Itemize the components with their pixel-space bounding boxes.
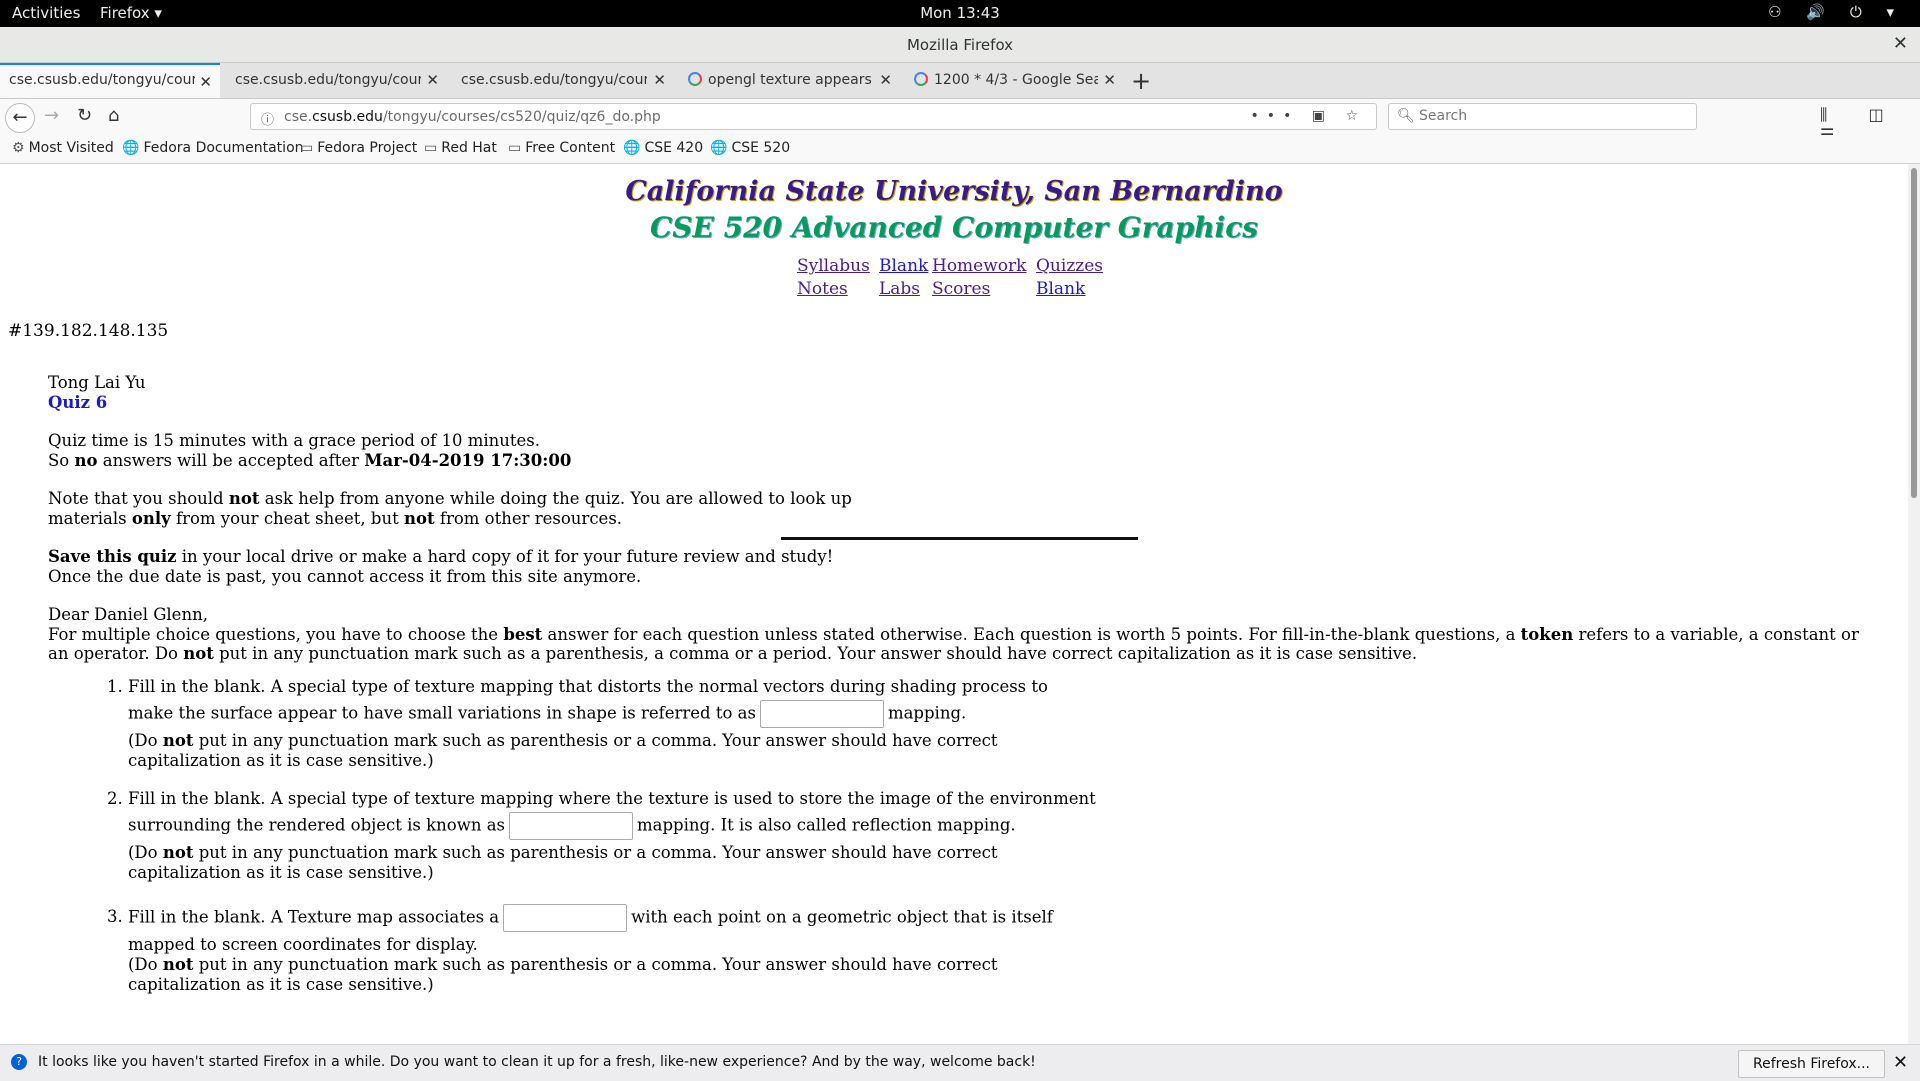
quiz-body: Tong Lai Yu Quiz 6 Quiz time is 15 minut…: [48, 373, 1868, 1013]
page-scrollbar[interactable]: [1908, 164, 1920, 1044]
search-box[interactable]: 🔍︎: [1388, 103, 1697, 130]
greeting: Dear Daniel Glenn,: [48, 605, 208, 624]
link-blank[interactable]: Blank: [879, 256, 928, 276]
folder-icon: ▭: [424, 140, 438, 156]
tab-label: 1200 * 4/3 - Google Sear: [934, 72, 1098, 88]
notification-bar: ? It looks like you haven't started Fire…: [0, 1044, 1920, 1081]
url-bar[interactable]: ⓘ cse.csusb.edu/tongyu/courses/cs520/qui…: [250, 103, 1377, 130]
tab-5[interactable]: 1200 * 4/3 - Google Sear ✕: [905, 63, 1124, 98]
tab-close-icon[interactable]: ✕: [199, 73, 212, 91]
bookmark-fedora-project[interactable]: ▭ Fedora Project: [300, 140, 417, 156]
notification-message: It looks like you haven't started Firefo…: [38, 1054, 1036, 1070]
quiz-title: Quiz 6: [48, 392, 108, 412]
clock[interactable]: Mon 13:43: [0, 4, 1920, 22]
bookmark-free-content[interactable]: ▭ Free Content: [508, 140, 615, 156]
answer-input-1[interactable]: [759, 699, 884, 728]
folder-icon: ▭: [300, 140, 314, 156]
google-icon: [688, 72, 702, 86]
system-status-icons[interactable]: ⚇ 🔊 ⏻ ▾: [1768, 3, 1904, 21]
globe-icon: 🌐: [623, 140, 641, 156]
link-scores[interactable]: Scores: [932, 279, 990, 299]
link-quizzes[interactable]: Quizzes: [1036, 256, 1103, 276]
navigation-toolbar: ← → ↻ ⌂ ⓘ cse.csusb.edu/tongyu/courses/c…: [0, 99, 1920, 144]
tab-close-icon[interactable]: ✕: [1103, 71, 1116, 89]
instructions: For multiple choice questions, you have …: [48, 624, 1859, 664]
question-3: Fill in the blank. A Texture map associa…: [128, 901, 1098, 995]
question-list: Fill in the blank. A special type of tex…: [88, 677, 1098, 995]
note-line-1: Note that you should not ask help from a…: [48, 489, 852, 508]
gear-icon: ⚙: [12, 140, 25, 156]
bookmark-cse-520[interactable]: 🌐 CSE 520: [710, 140, 790, 156]
page-content: California State University, San Bernard…: [0, 164, 1908, 1044]
tab-label: cse.csusb.edu/tongyu/course: [461, 72, 647, 88]
notification-close-icon[interactable]: ✕: [1893, 1052, 1908, 1073]
search-icon: 🔍︎: [1397, 108, 1415, 124]
save-line-2: Once the due date is past, you cannot ac…: [48, 566, 642, 586]
question-note: (Do not put in any punctuation mark such…: [128, 954, 998, 994]
home-button[interactable]: ⌂: [108, 105, 119, 126]
bookmark-fedora-documentation[interactable]: 🌐 Fedora Documentation: [122, 140, 304, 156]
site-info-icon[interactable]: ⓘ: [261, 109, 274, 128]
window-title-bar: Mozilla Firefox ✕: [0, 27, 1920, 63]
tab-4[interactable]: opengl texture appears th ✕: [679, 63, 900, 98]
window-close-icon[interactable]: ✕: [1893, 33, 1908, 54]
bookmark-most-visited[interactable]: ⚙ Most Visited: [12, 140, 114, 156]
globe-icon: 🌐: [710, 140, 728, 156]
link-syllabus[interactable]: Syllabus: [797, 256, 870, 276]
answer-input-3[interactable]: [503, 903, 628, 932]
link-homework[interactable]: Homework: [932, 256, 1026, 276]
note-line-2: materials only from your cheat sheet, bu…: [48, 508, 623, 528]
question-icon: ?: [11, 1054, 27, 1070]
bookmarks-toolbar: ⚙ Most Visited 🌐 Fedora Documentation ▭ Fed…: [0, 135, 1920, 164]
tab-3[interactable]: cse.csusb.edu/tongyu/course ✕: [452, 63, 674, 98]
course-title: CSE 520 Advanced Computer Graphics: [649, 211, 1258, 244]
university-title: California State University, San Bernard…: [625, 176, 1283, 207]
google-icon: [914, 72, 928, 86]
reload-button[interactable]: ↻: [77, 105, 92, 126]
tab-close-icon[interactable]: ✕: [653, 71, 666, 89]
ip-address: #139.182.148.135: [8, 321, 169, 341]
window-title: Mozilla Firefox: [906, 36, 1014, 54]
tab-2[interactable]: cse.csusb.edu/tongyu/course ✕: [226, 63, 447, 98]
system-top-bar: Activities Firefox ▾ Mon 13:43 ⚇ 🔊 ⏻ ▾: [0, 0, 1920, 27]
bookmark-cse-420[interactable]: 🌐 CSE 420: [623, 140, 703, 156]
question-note: (Do not put in any punctuation mark such…: [128, 842, 998, 882]
globe-icon: 🌐: [122, 140, 140, 156]
save-line-1: Save this quiz in your local drive or ma…: [48, 547, 834, 566]
tab-close-icon[interactable]: ✕: [879, 71, 892, 89]
bookmark-red-hat[interactable]: ▭ Red Hat: [424, 140, 497, 156]
refresh-firefox-button[interactable]: Refresh Firefox...: [1738, 1050, 1886, 1078]
question-note: (Do not put in any punctuation mark such…: [128, 730, 998, 770]
page-actions-icons[interactable]: ••• ▣ ☆: [1251, 108, 1366, 124]
new-tab-button[interactable]: +: [1131, 67, 1151, 95]
author-name: Tong Lai Yu: [48, 373, 146, 392]
link-blank-2[interactable]: Blank: [1036, 279, 1085, 299]
url-text[interactable]: cse.csusb.edu/tongyu/courses/cs520/quiz/…: [284, 109, 661, 125]
time-line-1: Quiz time is 15 minutes with a grace per…: [48, 431, 541, 450]
back-button[interactable]: ←: [5, 103, 35, 133]
link-labs[interactable]: Labs: [879, 279, 920, 299]
question-2: Fill in the blank. A special type of tex…: [128, 789, 1098, 883]
tab-label: cse.csusb.edu/tongyu/course: [235, 72, 421, 88]
tab-close-icon[interactable]: ✕: [426, 71, 439, 89]
search-input[interactable]: [1417, 107, 1681, 125]
tab-strip: cse.csusb.edu/tongyu/course ✕ cse.csusb.…: [0, 63, 1920, 99]
folder-icon: ▭: [508, 140, 522, 156]
answer-input-2[interactable]: [509, 811, 634, 840]
tab-label: cse.csusb.edu/tongyu/course: [9, 72, 195, 88]
question-1: Fill in the blank. A special type of tex…: [128, 677, 1098, 771]
scrollbar-thumb[interactable]: [1911, 168, 1917, 498]
tab-label: opengl texture appears th: [708, 72, 872, 88]
forward-button[interactable]: →: [44, 105, 59, 126]
time-line-2: So no answers will be accepted after Mar…: [48, 450, 572, 470]
tab-1[interactable]: cse.csusb.edu/tongyu/course ✕: [0, 63, 220, 98]
link-notes[interactable]: Notes: [797, 279, 848, 299]
